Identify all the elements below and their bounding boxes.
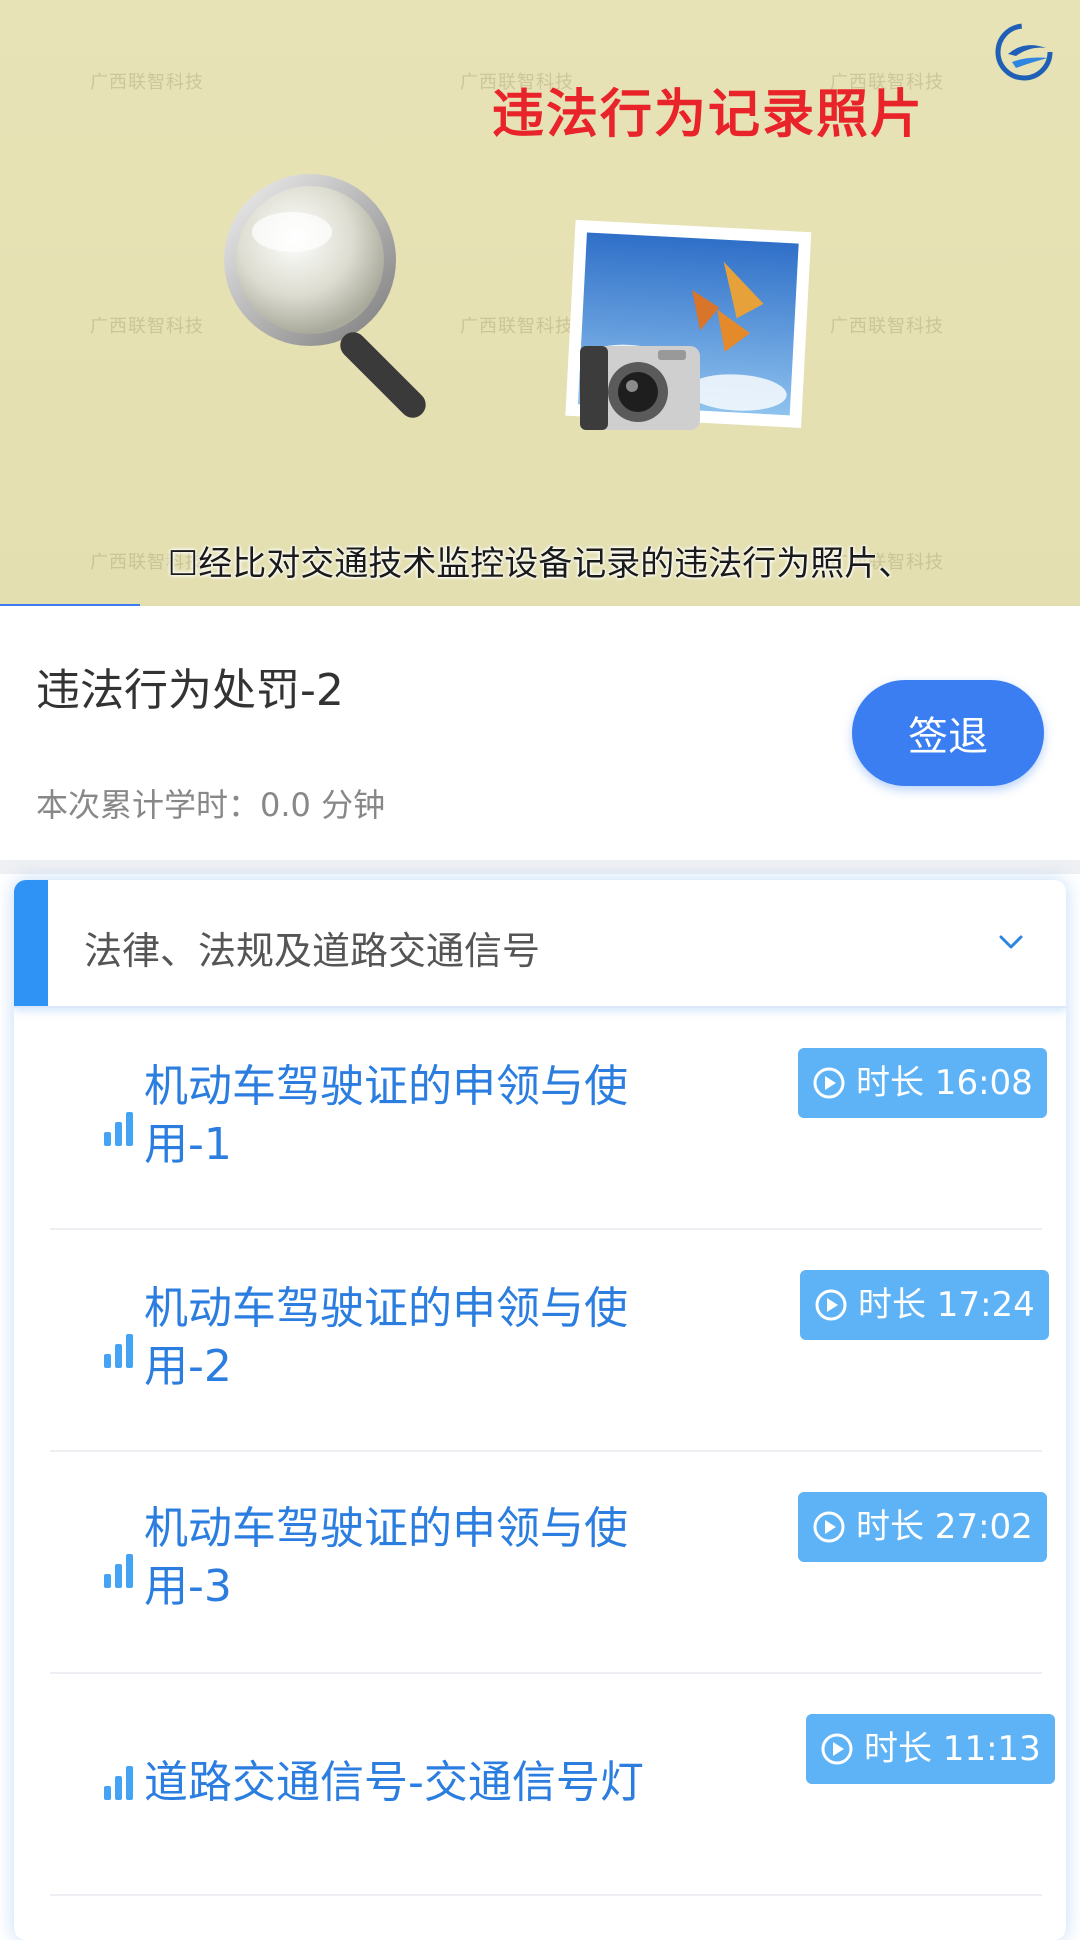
course-info: 违法行为处罚-2 本次累计学时：0.0 分钟 签退 [0, 606, 1080, 860]
course-title: 违法行为处罚-2 [36, 665, 344, 716]
duration-text: 时长 16:08 [856, 1063, 1033, 1103]
play-icon [813, 1511, 845, 1543]
section-divider [0, 860, 1080, 874]
lesson-title: 机动车驾驶证的申领与使用-3 [144, 1503, 628, 1612]
camera-photo-illustration [540, 219, 820, 460]
magnifier-icon [224, 174, 426, 418]
app-logo-icon [995, 23, 1053, 81]
video-slide-title: 违法行为记录照片 [492, 85, 925, 145]
video-player[interactable]: 广西联智科技 广西联智科技 广西联智科技 广西联智科技 广西联智科技 广西联智科… [0, 0, 1080, 606]
watermark: 广西联智科技 [90, 72, 204, 93]
signal-icon [104, 1764, 138, 1800]
lesson-title: 机动车驾驶证的申领与使用-1 [144, 1061, 628, 1170]
lesson-item[interactable]: 机动车驾驶证的申领与使用-1 时长 16:08 [50, 1008, 1047, 1230]
signal-icon [104, 1552, 138, 1588]
chapter-title: 法律、法规及道路交通信号 [84, 929, 541, 973]
lesson-item[interactable]: 机动车驾驶证的申领与使用-2 时长 17:24 [50, 1230, 1049, 1452]
signal-icon [104, 1110, 138, 1146]
lesson-item[interactable]: 机动车驾驶证的申领与使用-3 时长 27:02 [50, 1452, 1047, 1674]
video-subtitle: ☐经比对交通技术监控设备记录的违法行为照片、 [167, 544, 913, 584]
duration-badge[interactable]: 时长 11:13 [806, 1714, 1055, 1784]
chapter-header[interactable]: 法律、法规及道路交通信号 [14, 880, 1066, 1008]
checkout-button[interactable]: 签退 [852, 680, 1044, 786]
watermark: 广西联智科技 [830, 316, 944, 337]
lesson-item[interactable]: 道路交通信号-交通信号灯 时长 11:13 [50, 1674, 1055, 1896]
duration-text: 时长 27:02 [856, 1507, 1033, 1547]
lesson-title: 道路交通信号-交通信号灯 [144, 1757, 644, 1808]
study-time-label: 本次累计学时：0.0 分钟 [36, 786, 386, 824]
watermark: 广西联智科技 [90, 316, 204, 337]
chevron-down-icon[interactable] [998, 932, 1024, 952]
play-icon [815, 1289, 847, 1321]
lesson-title: 机动车驾驶证的申领与使用-2 [144, 1283, 628, 1392]
duration-text: 时长 17:24 [858, 1285, 1035, 1325]
play-icon [821, 1733, 853, 1765]
duration-text: 时长 11:13 [864, 1729, 1041, 1769]
chapter-accent-bar [14, 880, 48, 1006]
signal-icon [104, 1332, 138, 1368]
duration-badge[interactable]: 时长 27:02 [798, 1492, 1047, 1562]
duration-badge[interactable]: 时长 17:24 [800, 1270, 1049, 1340]
chapter-panel: 法律、法规及道路交通信号 机动车驾驶证的申领与使用-1 时长 16:08 机动车… [14, 880, 1066, 1940]
play-icon [813, 1067, 845, 1099]
duration-badge[interactable]: 时长 16:08 [798, 1048, 1047, 1118]
